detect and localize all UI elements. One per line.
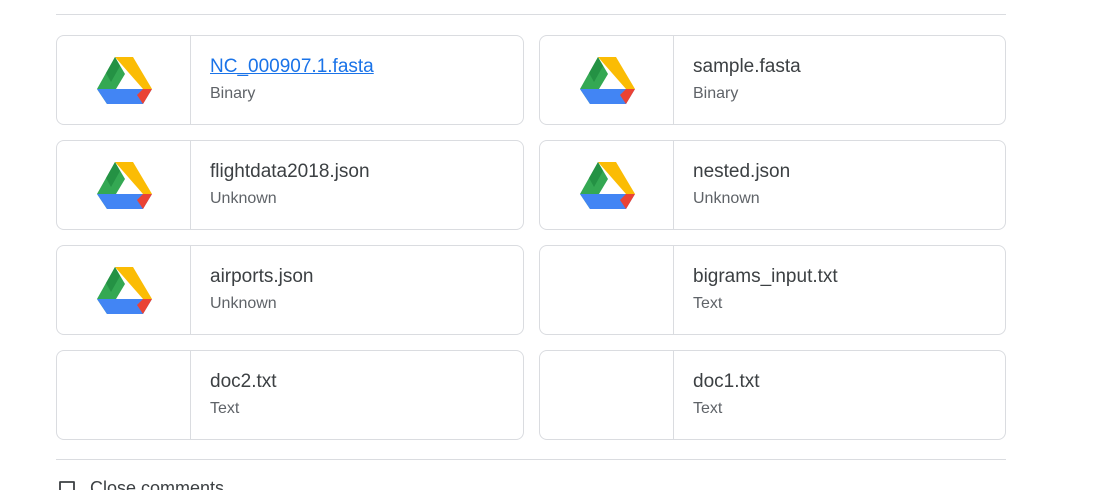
file-name: doc1.txt [693,371,760,392]
attachment-thumbnail [540,351,674,439]
file-type: Unknown [693,190,760,207]
file-name: nested.json [693,161,791,182]
google-drive-icon [579,55,635,105]
file-name: flightdata2018.json [210,161,370,182]
attachment-info: doc1.txt Text [674,351,1005,439]
attachment-card[interactable]: doc1.txt Text [539,350,1006,440]
attachment-thumbnail [540,246,674,334]
file-type: Text [210,400,240,417]
attachment-info: nested.json Unknown [674,141,1005,229]
file-name: airports.json [210,266,314,287]
attachment-grid: NC_000907.1.fasta Binary sample.fasta Bi… [56,35,1006,440]
attachment-info: airports.json Unknown [191,246,523,334]
close-comments-label: Close comments [90,478,225,490]
file-name: doc2.txt [210,371,277,392]
google-drive-icon [96,160,152,210]
comment-icon [59,480,75,490]
google-drive-icon [96,55,152,105]
attachment-thumbnail [540,141,674,229]
file-type: Binary [693,85,739,102]
attachment-card[interactable]: bigrams_input.txt Text [539,245,1006,335]
file-type: Unknown [210,190,277,207]
divider [56,459,1006,460]
file-type: Text [693,400,723,417]
file-type: Binary [210,85,256,102]
attachment-thumbnail [57,36,191,124]
google-drive-icon [96,265,152,315]
attachments-page: NC_000907.1.fasta Binary sample.fasta Bi… [0,0,1098,490]
attachment-thumbnail [57,246,191,334]
attachment-info: NC_000907.1.fasta Binary [191,36,523,124]
attachment-thumbnail [57,351,191,439]
attachment-card[interactable]: airports.json Unknown [56,245,524,335]
attachment-info: sample.fasta Binary [674,36,1005,124]
file-type: Text [693,295,723,312]
file-name-link[interactable]: NC_000907.1.fasta [210,55,523,79]
divider [56,14,1006,15]
file-type: Unknown [210,295,277,312]
attachment-card[interactable]: nested.json Unknown [539,140,1006,230]
attachment-card[interactable]: sample.fasta Binary [539,35,1006,125]
attachment-card[interactable]: doc2.txt Text [56,350,524,440]
file-name: sample.fasta [693,56,801,77]
attachment-thumbnail [57,141,191,229]
file-name: bigrams_input.txt [693,266,838,287]
attachment-info: flightdata2018.json Unknown [191,141,523,229]
attachment-card[interactable]: NC_000907.1.fasta Binary [56,35,524,125]
attachment-info: doc2.txt Text [191,351,523,439]
attachment-thumbnail [540,36,674,124]
attachment-info: bigrams_input.txt Text [674,246,1005,334]
close-comments-button[interactable]: Close comments [58,478,224,490]
google-drive-icon [579,160,635,210]
attachment-card[interactable]: flightdata2018.json Unknown [56,140,524,230]
